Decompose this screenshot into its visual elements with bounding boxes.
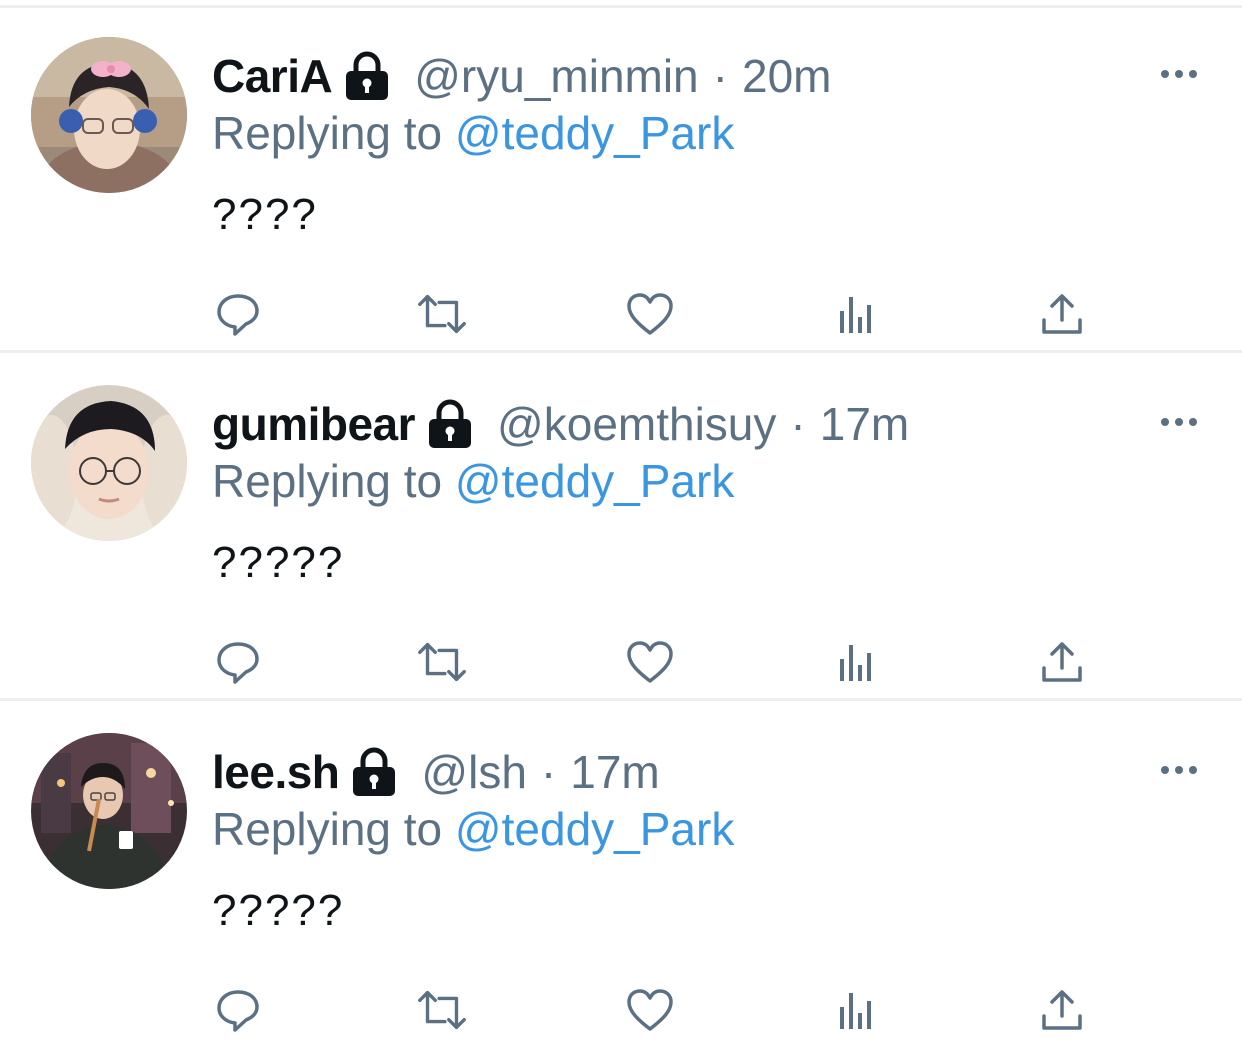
analytics-icon[interactable] (828, 286, 884, 342)
tweet-divider (0, 698, 1242, 701)
replying-to: Replying to @teddy_Park (212, 106, 734, 160)
lock-icon (349, 746, 399, 798)
avatar[interactable] (31, 385, 187, 541)
like-icon[interactable] (622, 982, 678, 1038)
tweet-header: CariA @ryu_minmin · 20m (212, 44, 831, 108)
replying-prefix: Replying to (212, 803, 443, 855)
display-name[interactable]: gumibear (212, 397, 416, 451)
replying-to-link[interactable]: @teddy_Park (455, 455, 734, 507)
display-name[interactable]: lee.sh (212, 745, 340, 799)
reply-icon[interactable] (210, 982, 266, 1038)
replying-prefix: Replying to (212, 107, 443, 159)
like-icon[interactable] (622, 286, 678, 342)
share-icon[interactable] (1034, 286, 1090, 342)
timestamp[interactable]: 17m (820, 397, 909, 451)
tweet-header: gumibear @koemthisuy · 17m (212, 392, 909, 456)
avatar[interactable] (31, 37, 187, 193)
user-handle[interactable]: @lsh (421, 745, 527, 799)
more-options-icon[interactable] (1156, 411, 1202, 433)
replying-prefix: Replying to (212, 455, 443, 507)
separator: · (540, 746, 557, 798)
replying-to: Replying to @teddy_Park (212, 454, 734, 508)
analytics-icon[interactable] (828, 634, 884, 690)
tweet[interactable]: lee.sh @lsh · 17m Replying to @teddy_Par… (0, 704, 1242, 1049)
lock-icon (342, 50, 392, 102)
lock-icon (425, 398, 475, 450)
replying-to-link[interactable]: @teddy_Park (455, 107, 734, 159)
reply-icon[interactable] (210, 634, 266, 690)
reply-icon[interactable] (210, 286, 266, 342)
tweet[interactable]: CariA @ryu_minmin · 20m Replying to @ted… (0, 8, 1242, 353)
retweet-icon[interactable] (414, 286, 470, 342)
timestamp[interactable]: 20m (742, 49, 831, 103)
like-icon[interactable] (622, 634, 678, 690)
retweet-icon[interactable] (414, 982, 470, 1038)
user-handle[interactable]: @ryu_minmin (414, 49, 698, 103)
more-options-icon[interactable] (1156, 759, 1202, 781)
avatar[interactable] (31, 733, 187, 889)
analytics-icon[interactable] (828, 982, 884, 1038)
replying-to: Replying to @teddy_Park (212, 802, 734, 856)
retweet-icon[interactable] (414, 634, 470, 690)
action-bar (0, 634, 1242, 690)
tweet-header: lee.sh @lsh · 17m (212, 740, 660, 804)
tweet[interactable]: gumibear @koemthisuy · 17m Replying to @… (0, 356, 1242, 701)
tweet-text: ???? (212, 190, 318, 239)
tweet-text: ????? (212, 538, 345, 587)
display-name[interactable]: CariA (212, 49, 333, 103)
share-icon[interactable] (1034, 982, 1090, 1038)
action-bar (0, 982, 1242, 1038)
tweet-divider (0, 350, 1242, 353)
share-icon[interactable] (1034, 634, 1090, 690)
separator: · (790, 398, 806, 450)
timestamp[interactable]: 17m (570, 745, 659, 799)
separator: · (712, 50, 728, 102)
user-handle[interactable]: @koemthisuy (497, 397, 776, 451)
more-options-icon[interactable] (1156, 63, 1202, 85)
replying-to-link[interactable]: @teddy_Park (455, 803, 734, 855)
action-bar (0, 286, 1242, 342)
tweet-text: ????? (212, 886, 345, 935)
